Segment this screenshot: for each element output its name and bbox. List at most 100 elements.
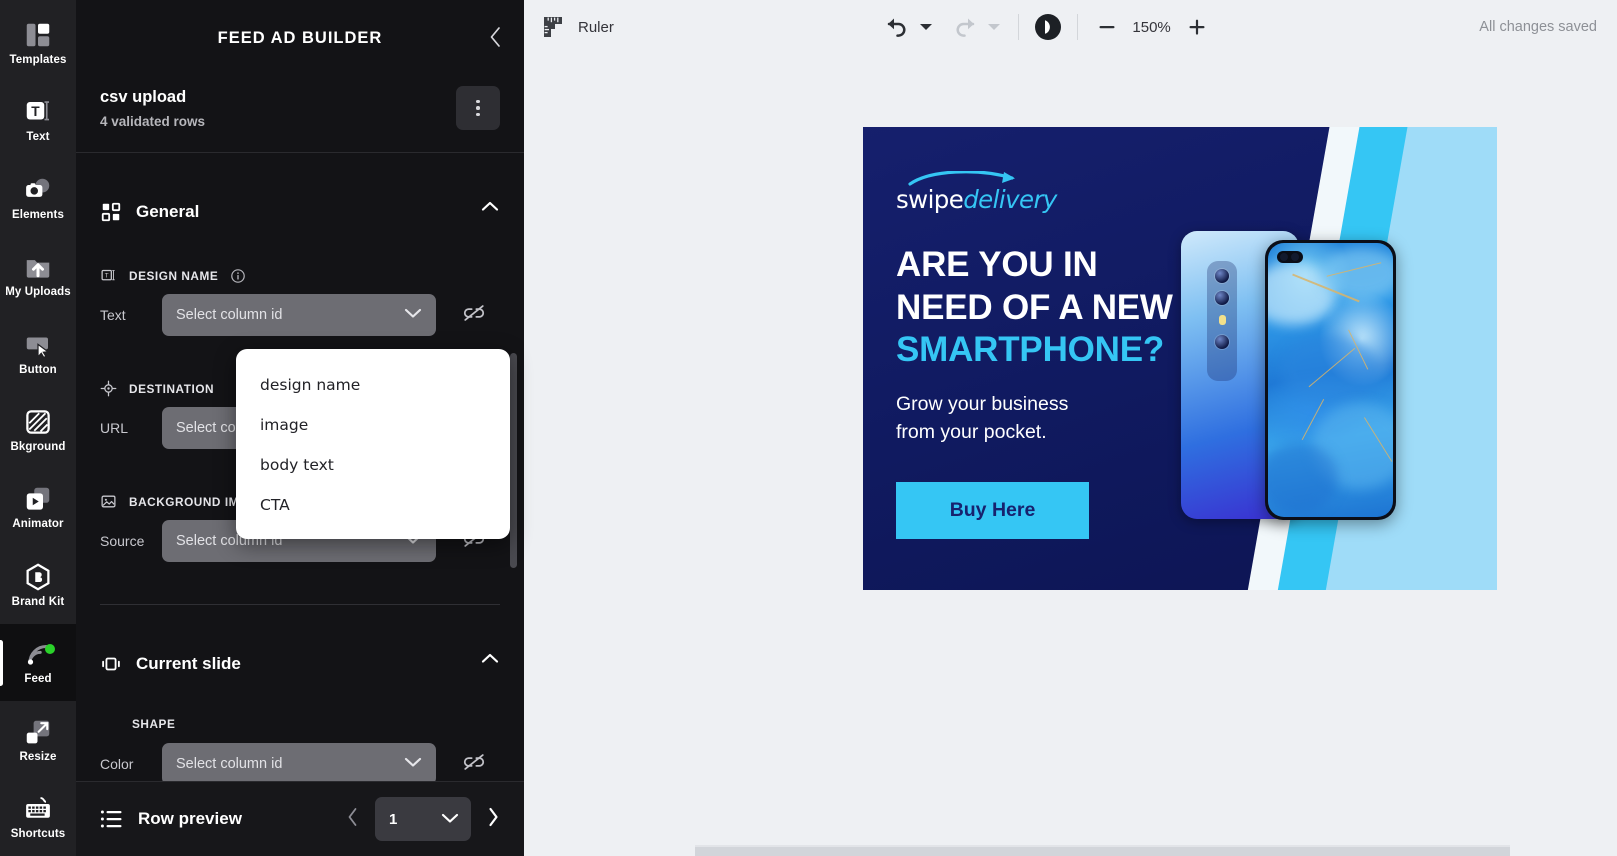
sidebar-label: Feed	[24, 673, 52, 686]
sidebar-item-resize[interactable]: Resize	[0, 701, 76, 778]
zoom-out-button[interactable]	[1090, 10, 1124, 44]
shape-label: SHAPE	[132, 717, 176, 731]
sidebar-item-button[interactable]: Button	[0, 314, 76, 391]
camera-lens	[1215, 269, 1229, 283]
undo-history-button[interactable]	[914, 10, 938, 44]
row-number-value: 1	[389, 810, 398, 828]
feed-name: csv upload	[100, 88, 187, 106]
kebab-dot	[476, 106, 480, 110]
dropdown-option[interactable]: CTA	[236, 485, 510, 525]
scrollbar-thumb[interactable]	[695, 847, 1510, 856]
chevron-right-icon	[489, 807, 498, 826]
undo-button[interactable]	[880, 10, 914, 44]
sidebar-item-my-uploads[interactable]: My Uploads	[0, 236, 76, 313]
upload-icon	[26, 260, 50, 278]
feed-status-dot	[45, 643, 55, 654]
sidebar-item-brand-kit[interactable]: Brand Kit	[0, 546, 76, 623]
preview-play-button[interactable]	[1031, 10, 1065, 44]
phone-screen	[1268, 243, 1393, 517]
design-name-label-row: T DESIGN NAME	[100, 267, 500, 284]
minus-icon	[1099, 26, 1115, 29]
save-status-area: All changes saved	[1479, 18, 1597, 36]
ruler-label: Ruler	[578, 18, 614, 36]
body-line-1: Grow your business	[896, 393, 1069, 415]
shape-color-field-row: Color Select column id	[100, 743, 500, 781]
broken-link-icon	[463, 753, 485, 770]
chevron-down-icon	[404, 756, 422, 772]
logo-primary: swipe	[896, 185, 964, 214]
image-icon	[101, 495, 116, 508]
sidebar-item-shortcuts[interactable]: Shortcuts	[0, 779, 76, 856]
camera-lens	[1215, 291, 1229, 305]
grid-icon	[101, 202, 121, 222]
redo-history-button[interactable]	[982, 10, 1006, 44]
toolbar-center-controls: 150%	[880, 10, 1214, 44]
sidebar-item-elements[interactable]: Elements	[0, 159, 76, 236]
button-icon	[26, 337, 50, 359]
sidebar-label: My Uploads	[5, 286, 71, 299]
animator-icon	[26, 488, 50, 511]
chevron-left-icon	[348, 807, 357, 826]
canvas-horizontal-scrollbar[interactable]	[695, 845, 1510, 856]
design-name-column-select[interactable]: Select column id	[162, 294, 436, 336]
play-icon	[1034, 14, 1061, 40]
collapse-general-icon[interactable]	[480, 200, 500, 218]
row-number-select[interactable]: 1	[375, 797, 471, 841]
chevron-left-icon	[490, 27, 500, 47]
info-icon[interactable]	[230, 268, 246, 284]
ad-phone-image	[1181, 231, 1396, 521]
page-title: FEED AD BUILDER	[217, 28, 383, 47]
panel-scrollbar-thumb[interactable]	[510, 353, 517, 568]
chevron-down-icon	[441, 811, 459, 828]
text-field-icon: T	[101, 269, 115, 281]
zoom-in-button[interactable]	[1180, 10, 1214, 44]
punch-hole-camera	[1277, 251, 1303, 263]
zoom-level: 150%	[1132, 18, 1171, 36]
sidebar-item-templates[interactable]: Templates	[0, 4, 76, 81]
brand-logo: swipedelivery	[896, 171, 1057, 214]
destination-label: DESTINATION	[129, 381, 215, 396]
ad-cta-button[interactable]: Buy Here	[896, 482, 1089, 539]
plus-icon	[1189, 19, 1205, 35]
select-value: Select column id	[176, 307, 283, 323]
design-canvas[interactable]: swipedelivery ARE YOU IN NEED OF A NEW S…	[524, 54, 1617, 856]
redo-button[interactable]	[948, 10, 982, 44]
cta-label: Buy Here	[949, 499, 1036, 521]
chevron-up-icon	[481, 653, 499, 663]
background-icon	[26, 410, 50, 434]
design-name-label: DESIGN NAME	[129, 268, 219, 283]
column-id-dropdown-menu[interactable]: design name image body text CTA	[236, 349, 510, 539]
sidebar-item-text[interactable]: T Text	[0, 81, 76, 158]
resize-icon	[26, 720, 50, 744]
panel-header: FEED AD BUILDER	[76, 0, 524, 76]
design-name-row-label: Text	[100, 307, 126, 323]
ad-creative[interactable]: swipedelivery ARE YOU IN NEED OF A NEW S…	[863, 127, 1497, 590]
shape-color-column-select[interactable]: Select column id	[162, 743, 436, 781]
feed-options-button[interactable]	[456, 86, 500, 130]
keyboard-icon	[26, 797, 50, 818]
color-row-label: Color	[100, 756, 134, 772]
sidebar-item-animator[interactable]: Animator	[0, 469, 76, 546]
unlink-design-name-button[interactable]	[462, 304, 486, 327]
row-preview-bar: Row preview 1	[76, 781, 524, 856]
logo-wordmark: swipedelivery	[896, 185, 1057, 214]
collapse-current-slide-icon[interactable]	[480, 652, 500, 670]
dropdown-option[interactable]: design name	[236, 365, 510, 405]
unlink-shape-color-button[interactable]	[462, 753, 486, 776]
sidebar-item-bkground[interactable]: Bkground	[0, 391, 76, 468]
sidebar-label: Bkground	[10, 440, 66, 453]
dropdown-option[interactable]: image	[236, 405, 510, 445]
design-name-field-row: Text Select column id	[100, 294, 500, 336]
body-line-2: from your pocket.	[896, 420, 1047, 443]
next-row-button[interactable]	[487, 807, 500, 832]
collapse-panel-button[interactable]	[480, 22, 510, 52]
target-icon	[100, 380, 117, 397]
current-slide-section-header[interactable]: Current slide	[100, 605, 500, 675]
dropdown-option[interactable]: body text	[236, 445, 510, 485]
general-section-header[interactable]: General	[100, 153, 500, 223]
section-title: Current slide	[136, 654, 241, 673]
previous-row-button[interactable]	[346, 807, 359, 832]
sidebar-item-feed[interactable]: Feed	[0, 623, 76, 702]
ruler-toggle[interactable]: Ruler	[540, 14, 614, 40]
chevron-up-icon	[481, 201, 499, 211]
